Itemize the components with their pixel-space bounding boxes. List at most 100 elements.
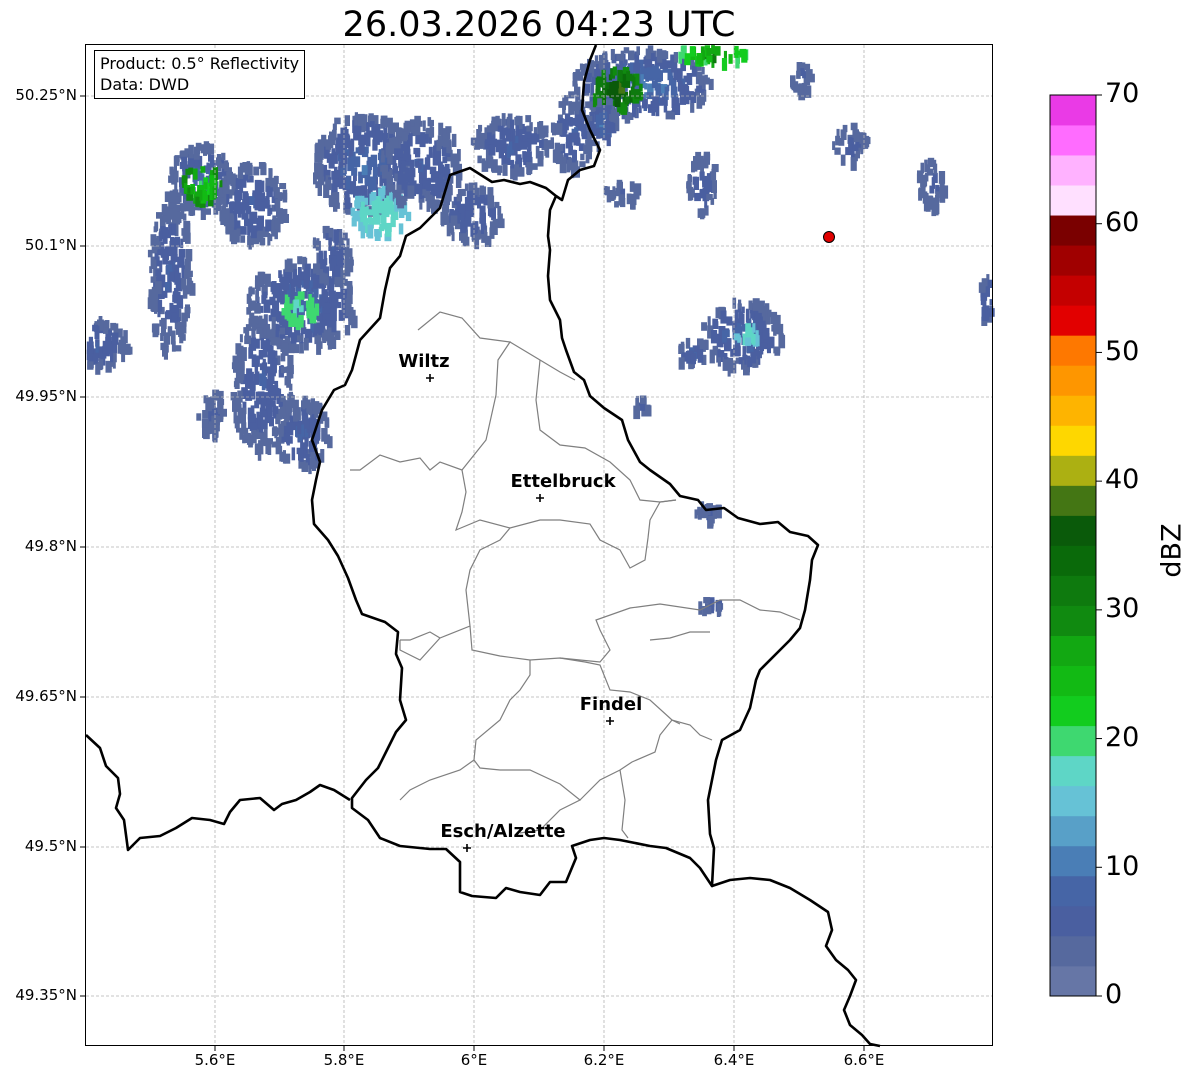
echo-cell xyxy=(178,326,185,338)
echo-cell xyxy=(265,445,271,455)
echo-cell xyxy=(675,97,680,106)
echo-cell xyxy=(798,83,804,96)
echo-cell xyxy=(378,130,383,142)
radar-map xyxy=(80,44,1102,1051)
echo-cell xyxy=(233,381,239,388)
echo-cell xyxy=(606,134,611,147)
echo-cell xyxy=(733,333,740,341)
echo-cell xyxy=(370,121,375,128)
echo-cell xyxy=(573,137,581,146)
echo-cell xyxy=(580,153,585,161)
echo-cell xyxy=(360,225,366,239)
echo-cell xyxy=(537,155,544,167)
echo-cell xyxy=(715,307,719,318)
echo-cell xyxy=(280,453,286,462)
echo-cell xyxy=(393,211,399,220)
echo-cell xyxy=(701,67,705,75)
echo-cell xyxy=(204,182,208,190)
echo-cell xyxy=(491,116,496,131)
echo-cell xyxy=(261,295,267,304)
echo-cell xyxy=(299,450,304,462)
echo-cell xyxy=(506,145,511,158)
echo-cell xyxy=(572,73,579,80)
echo-cell xyxy=(545,146,550,158)
echo-cell xyxy=(168,224,172,236)
echo-cell xyxy=(397,149,404,158)
echo-cell xyxy=(405,211,412,222)
echo-cell xyxy=(184,261,189,270)
echo-cell xyxy=(272,358,278,365)
echo-cell xyxy=(244,335,252,345)
echo-cell xyxy=(257,271,264,286)
echo-cell xyxy=(761,342,768,350)
echo-cell xyxy=(632,106,636,117)
echo-cell xyxy=(726,316,733,326)
echo-cell xyxy=(842,124,848,133)
echo-cell xyxy=(748,300,753,310)
colorbar-tick-label: 0 xyxy=(1105,979,1123,1010)
echo-cell xyxy=(413,147,421,155)
echo-cell xyxy=(374,231,381,241)
echo-cell xyxy=(408,133,413,147)
echo-cell xyxy=(370,178,377,191)
echo-cell xyxy=(336,137,341,145)
echo-cell xyxy=(456,194,462,202)
echo-cell xyxy=(529,122,533,132)
echo-cell xyxy=(297,291,305,300)
echo-cell xyxy=(403,186,408,197)
echo-cell xyxy=(171,341,176,352)
echo-cell xyxy=(257,215,264,228)
echo-cell xyxy=(319,147,324,160)
lat-label: 50.25°N xyxy=(15,86,77,104)
echo-cell xyxy=(366,122,370,137)
echo-cell xyxy=(678,51,685,59)
echo-cell xyxy=(211,415,218,423)
city-markers xyxy=(426,374,614,852)
echo-cell xyxy=(629,181,635,192)
echo-cell xyxy=(926,164,931,174)
echo-cell xyxy=(358,135,365,146)
echo-cell xyxy=(317,162,323,177)
echo-cell xyxy=(344,115,350,126)
echo-cell xyxy=(151,246,158,254)
echo-cell xyxy=(428,146,433,158)
echo-cell xyxy=(286,379,291,388)
echo-cell xyxy=(260,410,267,417)
echo-cell xyxy=(267,187,273,198)
echo-cell xyxy=(599,76,607,88)
echo-cell xyxy=(452,154,459,165)
echo-cell xyxy=(325,233,329,241)
echo-cell xyxy=(292,423,296,431)
echo-cell xyxy=(276,338,281,350)
echo-cell xyxy=(941,173,945,187)
echo-cell xyxy=(221,152,226,161)
echo-cell xyxy=(531,163,538,170)
echo-cell xyxy=(664,86,669,100)
echo-cell xyxy=(645,48,651,60)
echo-cell xyxy=(633,405,641,420)
echo-cell xyxy=(442,134,450,148)
echo-cell xyxy=(550,137,554,149)
echo-cell xyxy=(373,214,381,225)
echo-cell xyxy=(691,162,698,172)
echo-cell xyxy=(389,192,393,202)
echo-cell xyxy=(273,405,277,419)
echo-cell xyxy=(185,249,193,262)
district-border xyxy=(579,719,713,801)
echo-cell xyxy=(279,183,287,189)
echo-cell xyxy=(416,123,420,131)
echo-cell xyxy=(922,192,927,204)
echo-cell xyxy=(303,276,310,289)
colorbar-segment xyxy=(1050,965,1096,997)
echo-cell xyxy=(686,181,692,194)
echo-cell xyxy=(286,432,291,444)
echo-cell xyxy=(274,175,278,188)
echo-cell xyxy=(249,301,257,311)
echo-cell xyxy=(473,234,479,244)
echo-cell xyxy=(333,198,338,212)
echo-cell xyxy=(584,83,590,93)
echo-cell xyxy=(713,186,717,199)
echo-cell xyxy=(169,271,175,282)
echo-cell xyxy=(595,88,601,95)
echo-cell xyxy=(422,120,426,132)
